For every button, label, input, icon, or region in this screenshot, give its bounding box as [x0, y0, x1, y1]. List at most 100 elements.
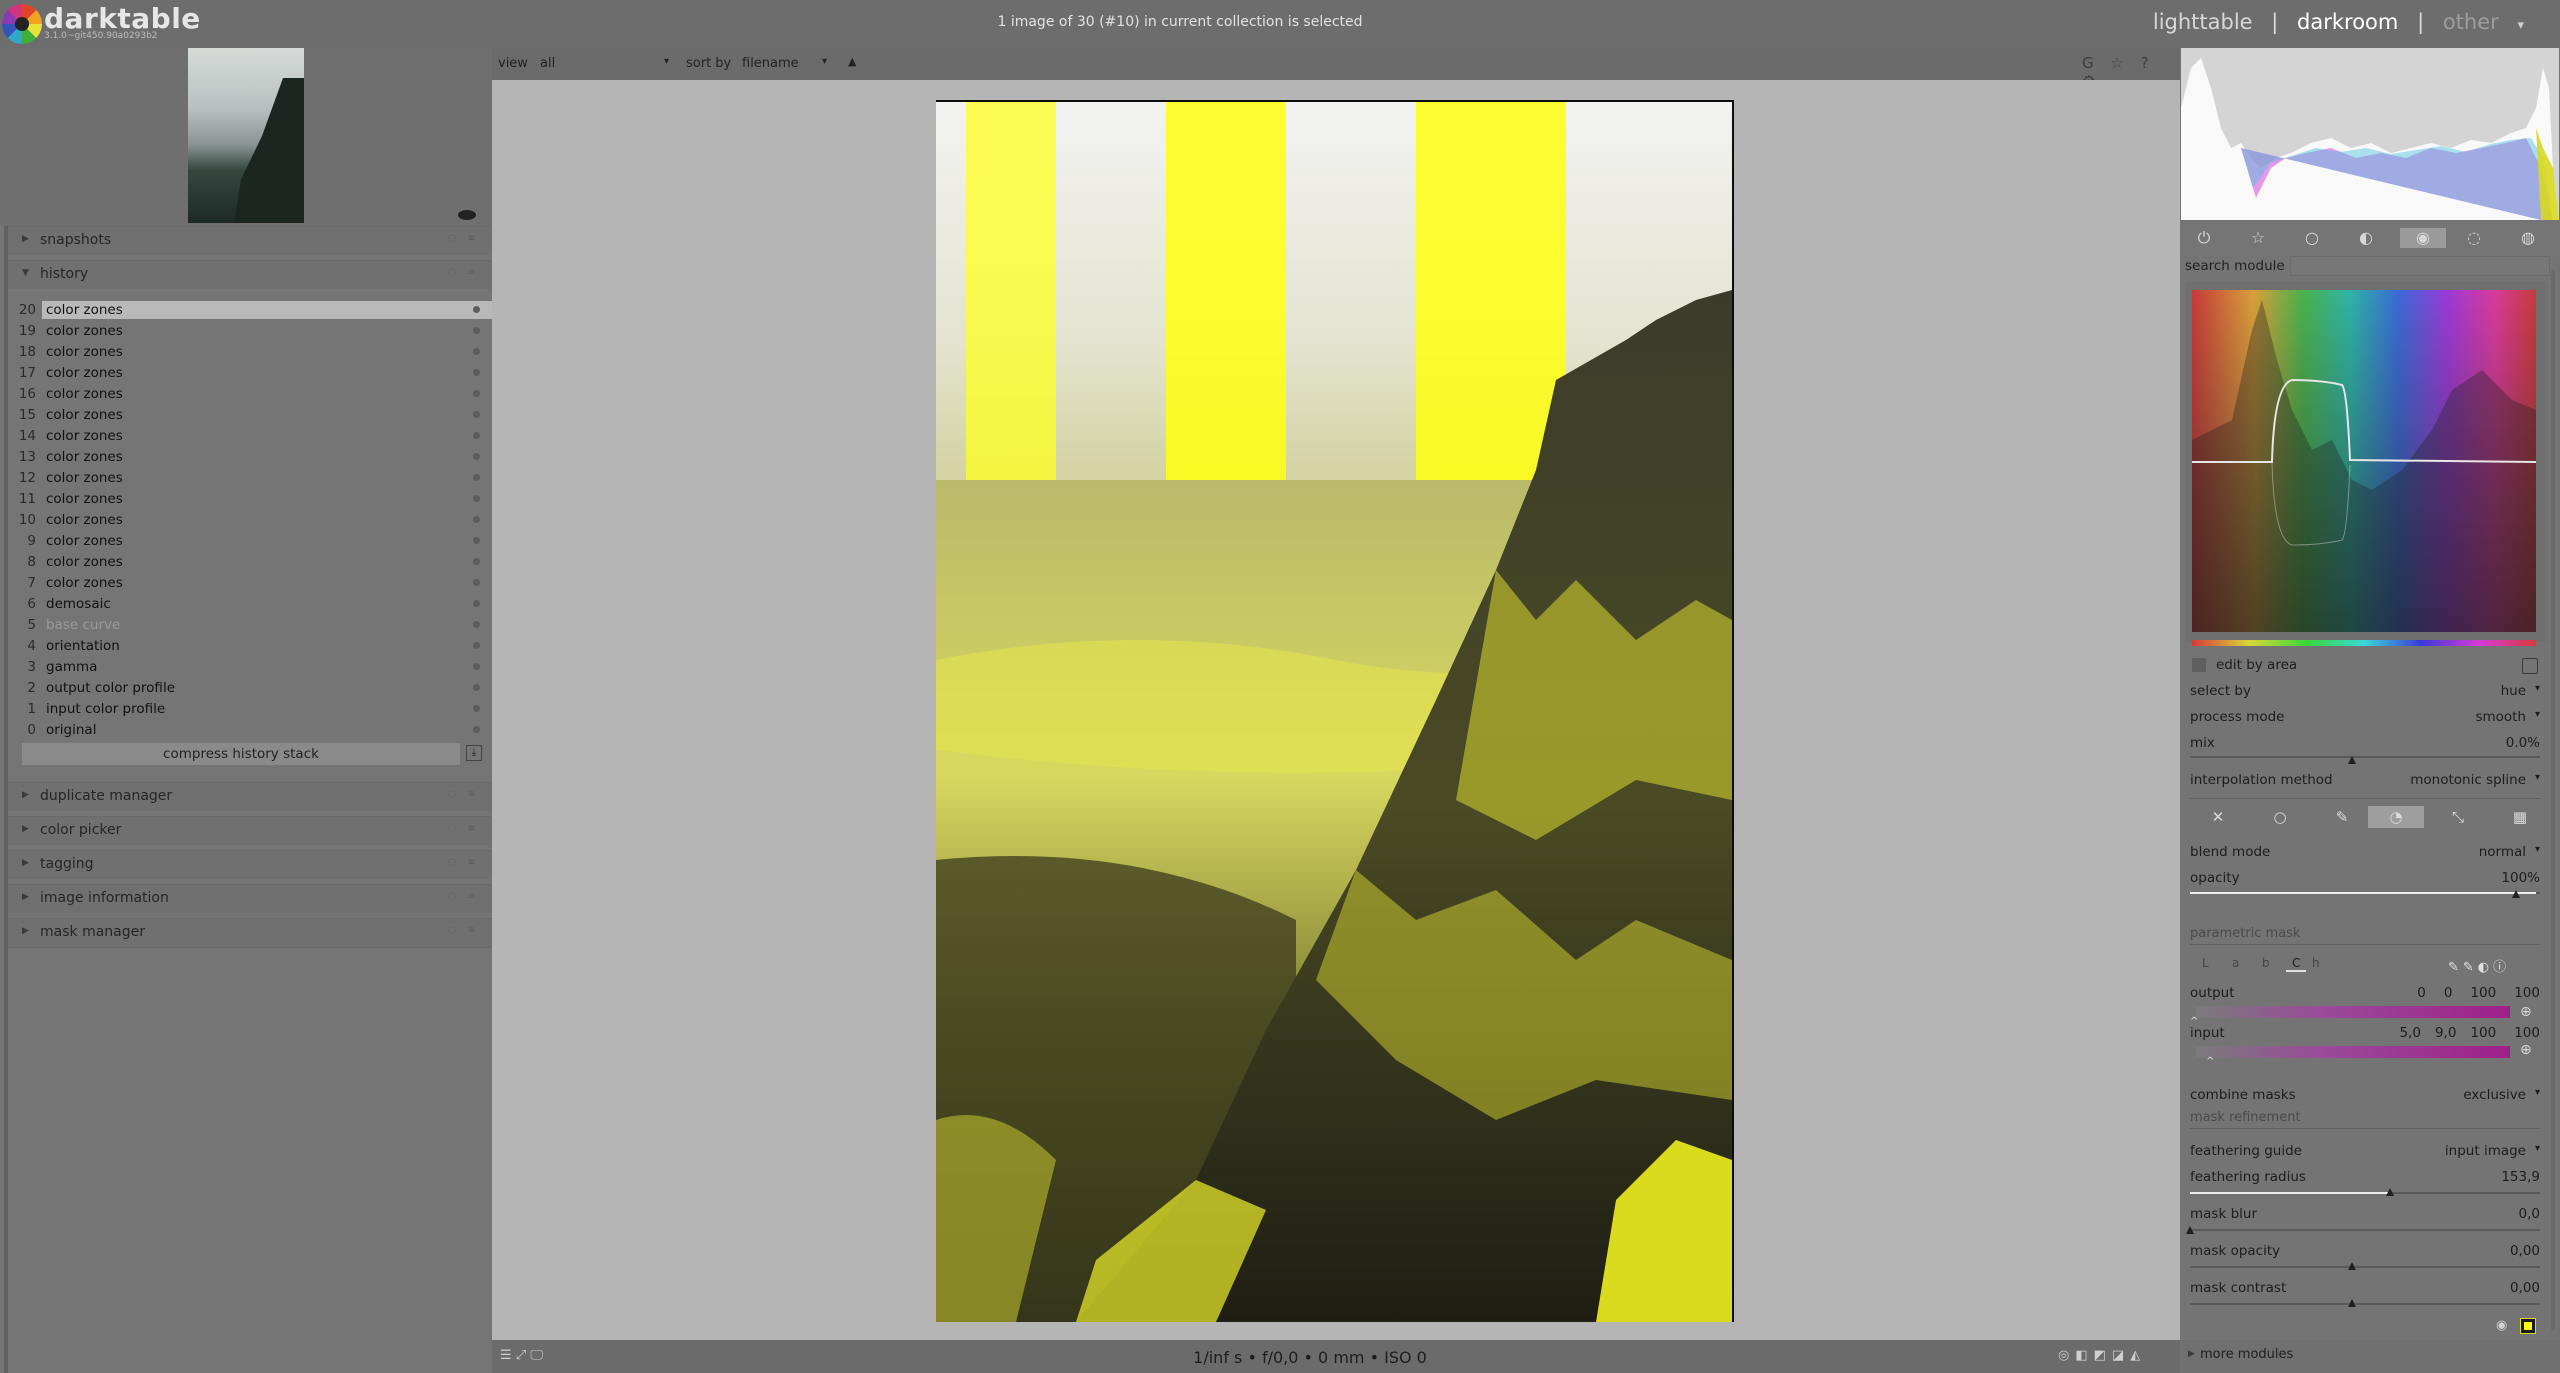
target-icon[interactable]: ⊕	[2520, 1042, 2532, 1058]
tagging-header[interactable]: ▶ tagging ◌ ≡	[8, 850, 492, 879]
mask-opacity-knob[interactable]	[2348, 1262, 2356, 1270]
interpolation-method-dropdown[interactable]: interpolation method monotonic spline ▾	[2190, 769, 2540, 791]
sort-by-dropdown[interactable]: filename	[742, 56, 812, 71]
history-item[interactable]: 17 color zones	[14, 363, 484, 384]
mask-tool-icons[interactable]: ✎✎◐ⓘ	[2448, 956, 2510, 975]
history-item[interactable]: 6 demosaic	[14, 594, 484, 615]
history-item[interactable]: 9 color zones	[14, 531, 484, 552]
effect-icon[interactable]: ◍	[2518, 228, 2538, 248]
histogram[interactable]	[2181, 48, 2559, 220]
sort-direction-icon[interactable]: ▲	[848, 55, 856, 68]
feathering-radius-slider[interactable]: feathering radius 153,9	[2190, 1166, 2540, 1188]
view-other[interactable]: other	[2443, 10, 2499, 34]
mask-contrast-knob[interactable]	[2348, 1299, 2356, 1307]
mix-slider-track[interactable]	[2190, 756, 2540, 758]
blend-mode-dropdown[interactable]: blend mode normal ▾	[2190, 841, 2540, 863]
bottom-right-icons[interactable]: ◎◧◩◪◭	[2058, 1348, 2146, 1363]
main-photo[interactable]	[936, 100, 1734, 1322]
channel-tab-C[interactable]: C	[2286, 956, 2307, 972]
chevron-down-icon[interactable]: ▾	[664, 56, 669, 67]
correct-icon[interactable]: ◌	[2464, 228, 2484, 248]
reset-presets-icons[interactable]: ◌ ≡	[448, 823, 480, 834]
input-gradient-slider[interactable]	[2196, 1046, 2510, 1058]
history-item[interactable]: 14 color zones	[14, 426, 484, 447]
bottom-left-icons[interactable]: ☰ ⤢ 🖵	[500, 1348, 543, 1363]
mix-slider[interactable]: mix 0.0%	[2190, 732, 2540, 754]
mask-opacity-track[interactable]	[2190, 1266, 2540, 1268]
history-item[interactable]: 15 color zones	[14, 405, 484, 426]
mix-slider-knob[interactable]	[2348, 756, 2356, 764]
select-by-dropdown[interactable]: select by hue ▾	[2190, 680, 2540, 702]
history-item[interactable]: 3 gamma	[14, 657, 484, 678]
mask-off-icon[interactable]: ✕	[2190, 806, 2246, 828]
target-icon[interactable]: ⊕	[2520, 1004, 2532, 1020]
feathering-guide-dropdown[interactable]: feathering guide input image ▾	[2190, 1140, 2540, 1162]
raster-mask-icon[interactable]: ▦	[2492, 806, 2548, 828]
reset-presets-icons[interactable]: ◌ ≡	[448, 233, 480, 244]
history-item[interactable]: 13 color zones	[14, 447, 484, 468]
channel-tab-L[interactable]: L	[2202, 956, 2209, 970]
star-icon[interactable]: ☆	[2248, 228, 2268, 248]
chevron-down-icon[interactable]: ▾	[2517, 18, 2524, 33]
reset-presets-icons[interactable]: ◌ ≡	[448, 891, 480, 902]
mask-opacity-slider[interactable]: mask opacity 0,00	[2190, 1240, 2540, 1262]
history-item[interactable]: 18 color zones	[14, 342, 484, 363]
mask-blur-track[interactable]	[2190, 1229, 2540, 1231]
color-picker-header[interactable]: ▶ color picker ◌ ≡	[8, 816, 492, 845]
mask-blur-slider[interactable]: mask blur 0,0	[2190, 1203, 2540, 1225]
reset-presets-icons[interactable]: ◌ ≡	[448, 925, 480, 936]
channel-tab-h[interactable]: h	[2312, 956, 2320, 970]
history-item[interactable]: 1 input color profile	[14, 699, 484, 720]
history-item[interactable]: 11 color zones	[14, 489, 484, 510]
compress-history-button[interactable]: compress history stack	[22, 743, 460, 765]
drawn-parametric-mask-icon[interactable]: ⤡	[2430, 806, 2486, 828]
eye-icon[interactable]: ◉	[2496, 1318, 2507, 1333]
color-group-icon[interactable]: ◉	[2400, 228, 2446, 248]
history-item[interactable]: 19 color zones	[14, 321, 484, 342]
color-picker-icon[interactable]	[2522, 658, 2538, 674]
history-item[interactable]: 0 original	[14, 720, 484, 741]
reset-presets-icons[interactable]: ◌ ≡	[448, 857, 480, 868]
view-filter-dropdown[interactable]: all	[540, 56, 660, 71]
feathering-radius-knob[interactable]	[2386, 1188, 2394, 1196]
uniform-mask-icon[interactable]: ○	[2252, 806, 2308, 828]
process-mode-dropdown[interactable]: process mode smooth ▾	[2190, 706, 2540, 728]
right-panel-scrollbar[interactable]	[2551, 270, 2555, 1330]
image-information-header[interactable]: ▶ image information ◌ ≡	[8, 884, 492, 913]
history-item[interactable]: 5 base curve	[14, 615, 484, 636]
drawn-mask-icon[interactable]: ✎	[2314, 806, 2370, 828]
history-item[interactable]: 10 color zones	[14, 510, 484, 531]
history-header[interactable]: ▼ history ◌ ≡	[8, 260, 492, 289]
circle-icon[interactable]: ○	[2302, 228, 2322, 248]
history-item[interactable]: 16 color zones	[14, 384, 484, 405]
duplicate-manager-header[interactable]: ▶ duplicate manager ◌ ≡	[8, 782, 492, 811]
chevron-down-icon[interactable]: ▾	[822, 56, 827, 67]
search-module-input[interactable]	[2290, 256, 2550, 276]
output-gradient-slider[interactable]	[2196, 1006, 2510, 1018]
channel-tab-a[interactable]: a	[2232, 956, 2239, 970]
channel-tab-b[interactable]: b	[2262, 956, 2270, 970]
display-mask-icon[interactable]	[2520, 1318, 2536, 1334]
view-lighttable[interactable]: lighttable	[2153, 10, 2253, 34]
compress-history-icon[interactable]: ⤓	[466, 745, 482, 761]
history-item[interactable]: 8 color zones	[14, 552, 484, 573]
snapshots-header[interactable]: ▶ snapshots ◌ ≡	[8, 226, 492, 255]
color-zones-graph[interactable]	[2192, 290, 2536, 632]
navigation-thumbnail[interactable]	[188, 48, 304, 223]
opacity-slider[interactable]: opacity 100%	[2190, 867, 2540, 889]
reset-presets-icons[interactable]: ◌ ≡	[448, 789, 480, 800]
history-item[interactable]: 12 color zones	[14, 468, 484, 489]
power-icon[interactable]: ⏻	[2194, 228, 2214, 248]
history-item[interactable]: 20 color zones	[14, 300, 500, 321]
mask-contrast-slider[interactable]: mask contrast 0,00	[2190, 1277, 2540, 1299]
tone-icon[interactable]: ◐	[2356, 228, 2376, 248]
history-item[interactable]: 4 orientation	[14, 636, 484, 657]
edit-by-area-checkbox[interactable]	[2192, 658, 2206, 672]
input-marker-icon[interactable]: ^	[2206, 1056, 2214, 1067]
history-item[interactable]: 2 output color profile	[14, 678, 484, 699]
eye-icon[interactable]	[458, 210, 476, 220]
mask-blur-knob[interactable]	[2186, 1226, 2194, 1234]
combine-masks-dropdown[interactable]: combine masks exclusive ▾	[2190, 1084, 2540, 1106]
mask-manager-header[interactable]: ▶ mask manager ◌ ≡	[8, 918, 492, 948]
view-darkroom[interactable]: darkroom	[2297, 10, 2398, 34]
